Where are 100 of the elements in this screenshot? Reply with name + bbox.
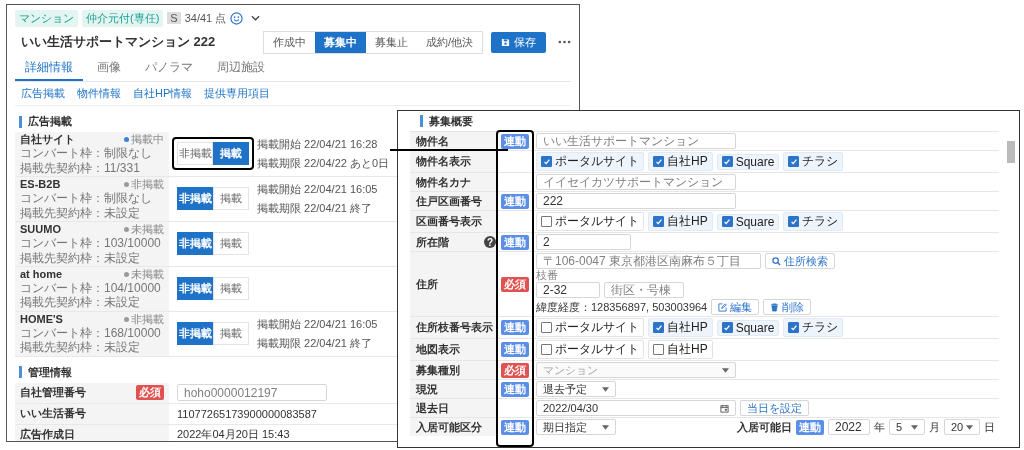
edit-icon <box>718 302 728 312</box>
status-label: 掲載中 <box>131 133 164 147</box>
postal-address-field[interactable]: 〒106-0047 東京都港区南麻布５丁目 <box>536 253 761 269</box>
field-label: 住所枝番号表示 <box>416 320 493 335</box>
date-field[interactable]: 2022/04/30 <box>536 400 736 416</box>
publish-toggle[interactable]: 掲載 <box>213 232 249 256</box>
checkbox[interactable]: チラシ <box>783 152 844 171</box>
anchor-link[interactable]: 広告掲載 <box>21 86 65 101</box>
checkbox-icon <box>788 216 800 227</box>
site-name: 自社サイト <box>20 133 75 147</box>
tab[interactable]: 周辺施設 <box>207 56 275 81</box>
field-label: 地図表示 <box>416 342 460 357</box>
edit-button[interactable]: 編集 <box>711 299 760 315</box>
checkbox[interactable]: 自社HP <box>648 340 713 359</box>
text-field[interactable]: いい生活サポートマンション <box>536 133 736 149</box>
checkbox[interactable]: ポータルサイト <box>536 340 644 359</box>
save-button[interactable]: 保存 <box>491 31 546 53</box>
year-field[interactable]: 2022 <box>828 419 870 435</box>
checkbox-icon <box>541 216 552 227</box>
anchor-link[interactable]: 物件情報 <box>77 86 121 101</box>
field-label: 退去日 <box>416 400 449 416</box>
checkbox[interactable]: Square <box>716 153 780 170</box>
checkbox[interactable]: Square <box>716 213 780 230</box>
status-button[interactable]: 募集中 <box>314 31 366 53</box>
quota-text: 掲載先契約枠：未設定 <box>20 205 141 220</box>
field-label: 現況 <box>416 381 438 397</box>
publish-toggle[interactable]: 非掲載 <box>177 187 213 211</box>
publish-toggle[interactable]: 非掲載 <box>177 142 213 166</box>
tab[interactable]: パノラマ <box>135 56 203 81</box>
sync-badge: 連動 <box>501 133 529 149</box>
publish-toggle[interactable]: 非掲載 <box>177 277 213 301</box>
select-field[interactable]: 期日指定 <box>536 419 616 435</box>
sync-badge: 連動 <box>501 342 529 357</box>
checkbox[interactable]: ポータルサイト <box>536 152 644 171</box>
publish-date-text: 掲載開始 22/04/21 16:05 <box>257 181 378 197</box>
tab[interactable]: 詳細情報 <box>15 56 83 81</box>
anchor-link[interactable]: 提供専用項目 <box>204 86 271 101</box>
trash-icon <box>770 302 780 312</box>
quota-text: コンバート枠：104/10000 <box>20 281 162 296</box>
property-tag: マンション <box>15 9 78 27</box>
checkbox[interactable]: チラシ <box>783 212 844 231</box>
checkbox-icon <box>721 156 733 167</box>
text-field[interactable]: イイセイカツサポートマンション <box>536 174 736 190</box>
publish-toggle[interactable]: 掲載 <box>213 322 249 346</box>
set-today-button[interactable]: 当日を設定 <box>740 400 809 416</box>
unit-label: 月 <box>929 419 940 435</box>
caret-icon <box>911 424 918 430</box>
day-select[interactable]: 20 <box>944 419 980 435</box>
checkbox[interactable]: Square <box>716 319 780 336</box>
checkbox[interactable]: 自社HP <box>648 318 713 337</box>
quota-text: 掲載先契約枠：未設定 <box>20 340 141 355</box>
publish-toggle[interactable]: 掲載 <box>213 187 249 211</box>
site-name: at home <box>20 267 63 282</box>
required-badge: 必須 <box>501 362 529 378</box>
checkbox-icon <box>541 156 552 167</box>
field-label: 入居可能区分 <box>416 419 482 435</box>
caret-icon <box>966 424 973 430</box>
section-title: 広告掲載 <box>28 114 72 129</box>
publish-toggle[interactable]: 非掲載 <box>177 322 213 346</box>
checkbox[interactable]: 自社HP <box>648 152 713 171</box>
month-select[interactable]: 5 <box>889 419 925 435</box>
field-label: 物件名カナ <box>416 174 471 190</box>
anchor-link[interactable]: 自社HP情報 <box>133 86 193 101</box>
block-field[interactable]: 街区・号棟 <box>604 282 684 298</box>
publish-toggle[interactable]: 非掲載 <box>177 232 213 256</box>
tab[interactable]: 画像 <box>87 56 131 81</box>
branch-number-field[interactable]: 2-32 <box>536 282 600 298</box>
help-icon[interactable]: ? <box>484 236 496 248</box>
text-field[interactable]: 222 <box>536 193 736 209</box>
score-text: 34/41 点 <box>184 10 227 26</box>
checkbox-icon <box>788 156 800 167</box>
sync-badge: 連動 <box>501 193 529 209</box>
delete-button[interactable]: 削除 <box>763 299 812 315</box>
more-icon[interactable] <box>558 40 571 44</box>
sync-badge: 連動 <box>501 234 529 250</box>
address-search-button[interactable]: 住所検索 <box>765 253 835 269</box>
select-field[interactable]: 退去予定 <box>536 381 616 397</box>
sync-badge: 連動 <box>501 381 529 397</box>
field-value: 11077265173900000083587 <box>177 407 317 420</box>
checkbox[interactable]: ポータルサイト <box>536 212 644 231</box>
checkbox-icon <box>653 156 664 167</box>
chevron-down-icon[interactable] <box>251 15 261 21</box>
status-label: 未掲載 <box>131 267 164 282</box>
field-label: 枝番 <box>536 270 559 281</box>
smiley-icon[interactable] <box>230 11 244 25</box>
checkbox[interactable]: ポータルサイト <box>536 318 644 337</box>
text-field[interactable]: 2 <box>536 234 631 250</box>
checkbox[interactable]: 自社HP <box>648 212 713 231</box>
sync-badge: 連動 <box>501 419 529 435</box>
publish-toggle[interactable]: 掲載 <box>213 277 249 301</box>
checkbox[interactable]: チラシ <box>783 318 844 337</box>
scrollbar[interactable] <box>1007 141 1015 163</box>
section-title: 募集概要 <box>429 113 473 129</box>
management-number-field[interactable]: hoho0000012197 <box>177 384 327 402</box>
search-icon <box>772 256 781 266</box>
calendar-icon <box>720 403 729 413</box>
sync-badge: 連動 <box>796 419 824 435</box>
section-title: 管理情報 <box>28 364 72 380</box>
field-label: 住所 <box>416 276 438 292</box>
publish-toggle[interactable]: 掲載 <box>213 142 249 166</box>
